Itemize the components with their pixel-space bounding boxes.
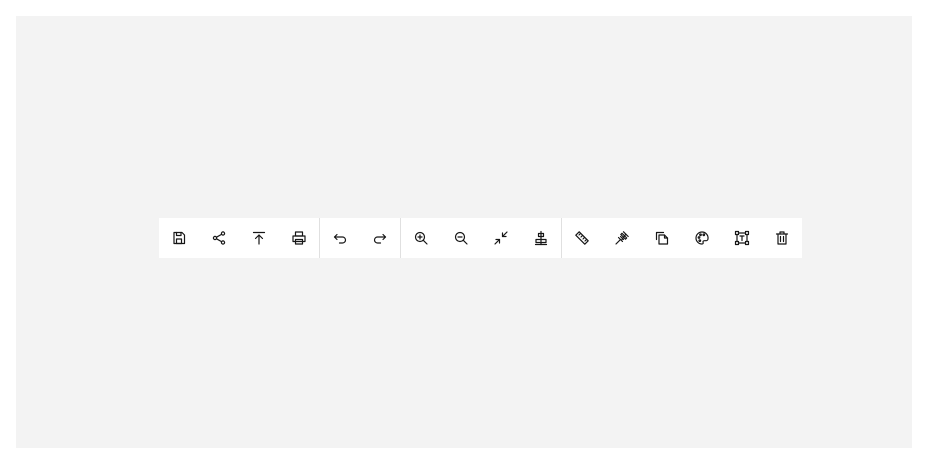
toolbar-group-file: [159, 218, 319, 258]
align-center-icon: [534, 230, 548, 246]
share-icon: [212, 231, 226, 245]
toolbar-group-tools: [562, 218, 802, 258]
transform-icon: [734, 230, 750, 246]
undo-button[interactable]: [320, 218, 360, 258]
undo-icon: [333, 233, 347, 244]
toolbar: [159, 218, 802, 258]
print-button[interactable]: [279, 218, 319, 258]
minimize-icon: [494, 231, 508, 245]
copy-icon: [655, 231, 669, 245]
save-icon: [173, 231, 186, 245]
ruler-button[interactable]: [562, 218, 602, 258]
delete-button[interactable]: [762, 218, 802, 258]
export-button[interactable]: [239, 218, 279, 258]
delete-icon: [775, 231, 789, 245]
pin-icon: [615, 231, 629, 245]
palette-icon: [695, 231, 709, 245]
zoom-out-icon: [454, 231, 468, 245]
redo-icon: [373, 233, 387, 244]
export-icon: [252, 231, 266, 245]
copy-button[interactable]: [642, 218, 682, 258]
ruler-icon: [575, 231, 589, 245]
canvas-area: [16, 16, 912, 448]
align-center-button[interactable]: [521, 218, 561, 258]
redo-button[interactable]: [360, 218, 400, 258]
toolbar-group-history: [320, 218, 400, 258]
share-button[interactable]: [199, 218, 239, 258]
pin-button[interactable]: [602, 218, 642, 258]
palette-button[interactable]: [682, 218, 722, 258]
toolbar-group-view: [401, 218, 561, 258]
minimize-button[interactable]: [481, 218, 521, 258]
transform-button[interactable]: [722, 218, 762, 258]
print-icon: [292, 231, 306, 245]
zoom-in-button[interactable]: [401, 218, 441, 258]
save-button[interactable]: [159, 218, 199, 258]
zoom-out-button[interactable]: [441, 218, 481, 258]
zoom-in-icon: [414, 231, 428, 245]
